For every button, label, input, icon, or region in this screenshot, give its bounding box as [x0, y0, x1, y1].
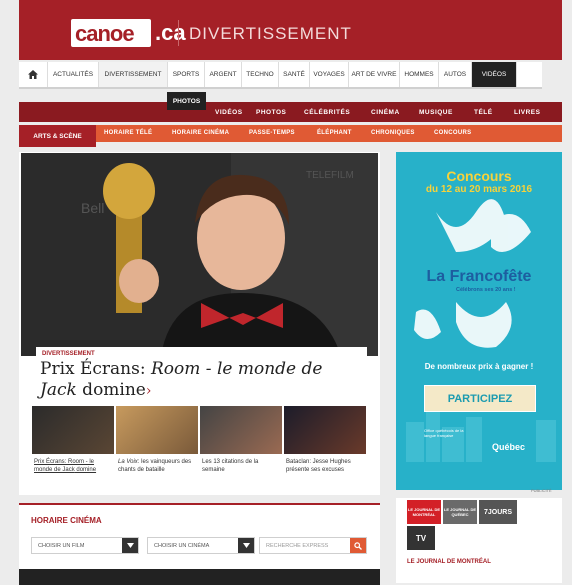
nav-sports[interactable]: SPORTS [168, 62, 205, 87]
ad-decoration [406, 199, 556, 462]
ad-title: Concours [446, 168, 512, 184]
thumb-caption: Les 13 citations de la semaine [200, 458, 282, 474]
subnav-cinema[interactable]: CINÉMA [371, 109, 400, 116]
chevron-down-icon [238, 538, 254, 553]
thumb-item[interactable]: Prix Écrans: Room - le monde de Jack dom… [32, 406, 114, 474]
logo-suffix: .ca [155, 20, 186, 45]
nav-autos[interactable]: AUTOS [439, 62, 472, 87]
thumb-caption: Bataclan: Jesse Hughes présente ses excu… [284, 458, 366, 474]
thumb-caption: La Voix: les vainqueurs des chants de ba… [116, 458, 198, 474]
subnav-photos[interactable]: PHOTOS [256, 109, 286, 116]
home-button[interactable] [19, 62, 48, 87]
subnav-musique[interactable]: MUSIQUE [419, 109, 453, 116]
hero-caption: DIVERTISSEMENT Prix Écrans: Room - le mo… [36, 347, 367, 402]
widget-title: HORAIRE CINÉMA [31, 516, 102, 525]
thumb-image [116, 406, 198, 454]
nav-voyages[interactable]: VOYAGES [310, 62, 349, 87]
svg-text:Bell: Bell [81, 200, 104, 216]
ad-dates: du 12 au 20 mars 2016 [425, 184, 533, 195]
nav-actualites[interactable]: ACTUALITÉS [48, 62, 99, 87]
express-search-input[interactable]: RECHERCHE EXPRESS [259, 537, 367, 554]
subnav-livres[interactable]: LIVRES [514, 109, 540, 116]
journal-label[interactable]: LE JOURNAL DE MONTRÉAL [407, 559, 491, 565]
subnav2-concours[interactable]: CONCOURS [434, 130, 471, 136]
quebec-logo: Québec [492, 442, 526, 452]
nav-hommes[interactable]: HOMMES [400, 62, 439, 87]
nav-divertissement[interactable]: DIVERTISSEMENT [99, 62, 168, 87]
film-select-label: CHOISIR UN FILM [38, 542, 85, 549]
horaire-preview-strip [19, 569, 380, 585]
hero-headline[interactable]: Prix Écrans: Room - le monde de Jack dom… [40, 359, 360, 402]
thumb-image [284, 406, 366, 454]
svg-text:TELEFILM: TELEFILM [306, 170, 354, 181]
cinema-select[interactable]: CHOISIR UN CINÉMA [147, 537, 255, 554]
ad-prizes: De nombreux prix à gagner ! [424, 362, 534, 371]
main-nav: ACTUALITÉS DIVERTISSEMENT SPORTS ARGENT … [19, 62, 542, 89]
ad-brand-sub: Célébrons ses 20 ans ! [456, 287, 516, 293]
canoe-logo[interactable]: canoe [71, 19, 151, 47]
subnav2-chroniques[interactable]: CHRONIQUES [371, 130, 415, 136]
nav-argent[interactable]: ARGENT [205, 62, 242, 87]
nav-sante[interactable]: SANTÉ [279, 62, 310, 87]
site-header: canoe .ca DIVERTISSEMENT [19, 0, 562, 60]
arts-scene-tab[interactable]: ARTS & SCÈNE [19, 125, 96, 147]
ad-brand: La Francofête [426, 268, 532, 285]
nav-art-de-vivre[interactable]: ART DE VIVRE [349, 62, 400, 87]
subnav-celebrites[interactable]: CÉLÉBRITÉS [304, 109, 350, 116]
thumb-item[interactable]: Bataclan: Jesse Hughes présente ses excu… [284, 406, 366, 474]
chevron-down-icon [122, 538, 138, 553]
hero-photo: Bell TELEFILM [21, 153, 378, 356]
search-icon[interactable] [350, 538, 366, 553]
thumb-image [200, 406, 282, 454]
cinema-select-label: CHOISIR UN CINÉMA [154, 542, 210, 549]
sub-nav-secondary: HORAIRE TÉLÉ HORAIRE CINÉMA PASSE-TEMPS … [19, 125, 562, 142]
journal-quebec-logo[interactable]: LE JOURNAL DE QUÉBEC [443, 500, 477, 524]
thumb-caption-b: Les 13 citations de la semaine [202, 459, 259, 473]
subnav2-horaire-tele[interactable]: HORAIRE TÉLÉ [104, 130, 152, 136]
home-icon [28, 70, 38, 79]
contest-ad[interactable]: Concours du 12 au 20 mars 2016 La Franco… [396, 152, 562, 490]
photos-tab[interactable]: PHOTOS [167, 92, 206, 110]
thumb-caption-b: Bataclan: Jesse Hughes présente ses excu… [286, 459, 351, 473]
thumb-caption-a: La Voix [118, 459, 138, 465]
thumb-image [32, 406, 114, 454]
subnav-videos[interactable]: VIDÉOS [215, 109, 243, 116]
film-select[interactable]: CHOISIR UN FILM [31, 537, 139, 554]
journal-montreal-logo[interactable]: LE JOURNAL DE MONTRÉAL [407, 500, 441, 524]
nav-videos[interactable]: VIDÉOS [472, 62, 517, 87]
hero-image[interactable]: Bell TELEFILM [21, 153, 378, 356]
horaire-cinema-widget: HORAIRE CINÉMA CHOISIR UN FILM CHOISIR U… [19, 503, 380, 585]
tv-hebdo-logo[interactable]: TV [407, 526, 435, 550]
sub-nav: VIDÉOS PHOTOS CÉLÉBRITÉS CINÉMA MUSIQUE … [19, 102, 562, 122]
thumb-strip: Prix Écrans: Room - le monde de Jack dom… [32, 406, 368, 493]
7jours-logo[interactable]: 7JOURS [479, 500, 517, 524]
header-divider [178, 20, 179, 46]
thumb-item[interactable]: Les 13 citations de la semaine [200, 406, 282, 474]
subnav2-passe-temps[interactable]: PASSE-TEMPS [249, 130, 295, 136]
thumb-item[interactable]: La Voix: les vainqueurs des chants de ba… [116, 406, 198, 474]
journals-widget: LE JOURNAL DE MONTRÉAL LE JOURNAL DE QUÉ… [396, 498, 562, 583]
subnav2-horaire-cinema[interactable]: HORAIRE CINÉMA [172, 130, 229, 136]
thumb-caption-b: domine [74, 467, 97, 473]
search-placeholder: RECHERCHE EXPRESS [266, 542, 329, 549]
headline-part: Prix Écrans: [40, 359, 151, 379]
nav-techno[interactable]: TECHNO [242, 62, 279, 87]
logo-text: canoe [75, 21, 135, 46]
thumb-caption: Prix Écrans: Room - le monde de Jack dom… [32, 458, 114, 474]
hero-article: Bell TELEFILM DIVERTISSEMENT Prix Écrans… [19, 152, 380, 495]
participate-button[interactable]: PARTICIPEZ [424, 385, 536, 412]
subnav-tele[interactable]: TÉLÉ [474, 109, 493, 116]
subnav2-elephant[interactable]: ÉLÉPHANT [317, 130, 352, 136]
ad-office: Office québécois de la langue française [424, 428, 464, 438]
headline-part: domine [76, 380, 146, 400]
headline-arrow: › [145, 383, 152, 399]
section-title: DIVERTISSEMENT [189, 24, 352, 43]
ad-label: PUBLICITÉ [531, 488, 552, 493]
hero-kicker[interactable]: DIVERTISSEMENT [42, 351, 95, 357]
